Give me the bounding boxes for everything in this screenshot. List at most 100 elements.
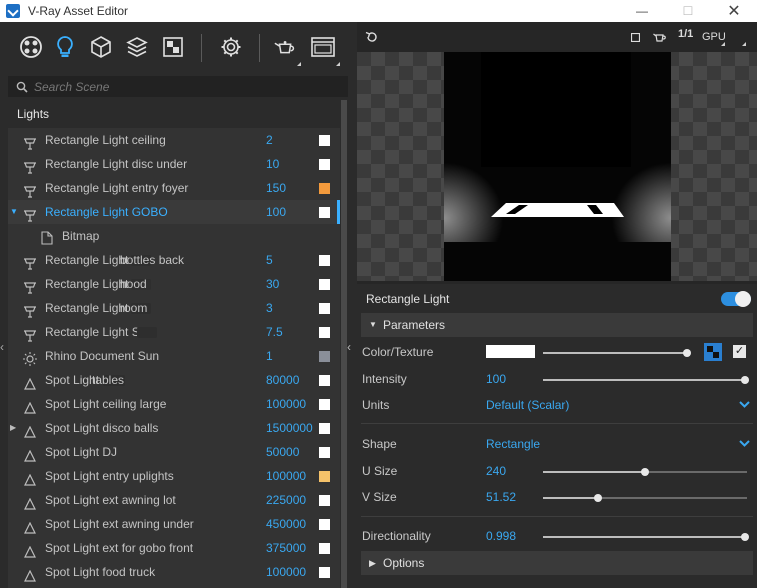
light-color-swatch[interactable] — [319, 471, 330, 482]
light-list-item[interactable]: Spot Light entry uplights 100000 — [8, 464, 340, 488]
light-color-swatch[interactable] — [319, 327, 330, 338]
light-intensity-value[interactable]: 3 — [266, 296, 273, 320]
light-list-item[interactable]: Spot Light ext for gobo front 375000 — [8, 536, 340, 560]
maximize-button[interactable]: ☐ — [665, 0, 711, 22]
properties-title: Rectangle Light — [366, 292, 450, 306]
light-list-item[interactable]: Rectangle Light hood 30 — [8, 272, 340, 296]
light-color-swatch[interactable] — [319, 279, 330, 290]
light-list-item[interactable]: Rectangle Light entry foyer 150 — [8, 176, 340, 200]
light-intensity-value[interactable]: 150 — [266, 176, 286, 200]
light-color-swatch[interactable] — [319, 543, 330, 554]
light-color-swatch[interactable] — [319, 207, 330, 218]
light-color-swatch[interactable] — [319, 519, 330, 530]
light-color-swatch[interactable] — [319, 303, 330, 314]
light-list-item[interactable]: Spot Light ext awning lot 225000 — [8, 488, 340, 512]
v-size-slider[interactable] — [543, 494, 747, 502]
light-intensity-value[interactable]: 1500000 — [266, 416, 313, 440]
close-button[interactable]: ✕ — [711, 0, 757, 22]
light-intensity-value[interactable]: 2 — [266, 128, 273, 152]
options-label: Options — [383, 556, 425, 570]
render-button[interactable] — [273, 34, 299, 60]
chevron-down-icon[interactable] — [739, 440, 750, 448]
texture-slot-icon[interactable] — [704, 343, 722, 361]
units-dropdown[interactable]: Default (Scalar) — [486, 398, 569, 412]
asset-panel: Lights Rectangle Light ceiling2Rectangle… — [0, 22, 357, 588]
light-list-item[interactable]: Rectangle Light disc under 10 — [8, 152, 340, 176]
rectangle-light-icon — [23, 302, 37, 318]
stop-render-icon[interactable] — [631, 33, 640, 42]
intensity-slider[interactable] — [543, 376, 749, 384]
render-ratio-label[interactable]: 1/1 — [678, 28, 693, 40]
light-color-swatch[interactable] — [319, 135, 330, 146]
v-size-value[interactable]: 51.52 — [486, 490, 516, 504]
refresh-preview-icon[interactable] — [365, 31, 379, 43]
light-color-swatch[interactable] — [319, 255, 330, 266]
light-intensity-value[interactable]: 5 — [266, 248, 273, 272]
color-swatch[interactable] — [486, 345, 535, 358]
materials-tab-button[interactable] — [18, 34, 44, 60]
light-list-item[interactable]: Rhino Document Sun 1 — [8, 344, 340, 368]
light-list-item[interactable]: Rectangle Light room 3 — [8, 296, 340, 320]
light-color-swatch[interactable] — [319, 447, 330, 458]
shape-dropdown[interactable]: Rectangle — [486, 437, 540, 451]
light-list-item[interactable]: Spot Light ceiling large 100000 — [8, 392, 340, 416]
light-color-swatch[interactable] — [319, 399, 330, 410]
light-color-swatch[interactable] — [319, 567, 330, 578]
light-intensity-value[interactable]: 100000 — [266, 560, 306, 584]
u-size-slider[interactable] — [543, 468, 747, 476]
light-intensity-value[interactable]: 100000 — [266, 464, 306, 488]
collapsed-arrow-icon[interactable]: ▶ — [10, 416, 20, 440]
texture-enable-checkbox[interactable]: ✓ — [733, 345, 746, 358]
light-intensity-value[interactable]: 1 — [266, 344, 273, 368]
minimize-button[interactable]: — — [619, 0, 665, 22]
units-label: Units — [362, 398, 390, 412]
search-input[interactable] — [34, 79, 334, 94]
light-list-item[interactable]: Spot Light tables 80000 — [8, 368, 340, 392]
light-list-item[interactable]: Spot Light ext awning under 450000 — [8, 512, 340, 536]
directionality-slider[interactable] — [543, 533, 749, 541]
settings-tab-button[interactable] — [218, 34, 244, 60]
light-color-swatch[interactable] — [319, 351, 330, 362]
layers-tab-button[interactable] — [124, 34, 150, 60]
light-list-item[interactable]: Rectangle Light S 7.5 — [8, 320, 340, 344]
intensity-value[interactable]: 100 — [486, 372, 506, 386]
options-section-header[interactable]: ▶ Options — [361, 551, 753, 575]
light-list-item[interactable]: Spot Light food truck 100000 — [8, 560, 340, 584]
materials-icon — [20, 36, 42, 58]
lights-tab-button[interactable] — [52, 34, 78, 60]
directionality-value[interactable]: 0.998 — [486, 529, 516, 543]
light-intensity-value[interactable]: 100 — [266, 200, 286, 224]
light-intensity-value[interactable]: 80000 — [266, 368, 299, 392]
light-intensity-value[interactable]: 30 — [266, 272, 279, 296]
u-size-value[interactable]: 240 — [486, 464, 506, 478]
light-color-swatch[interactable] — [319, 159, 330, 170]
textures-tab-button[interactable] — [160, 34, 186, 60]
light-list-item[interactable]: Rectangle Light ceiling 2 — [8, 128, 340, 152]
light-enable-toggle[interactable] — [721, 291, 751, 307]
color-intensity-slider[interactable] — [543, 349, 691, 357]
light-color-swatch[interactable] — [319, 375, 330, 386]
light-list-item[interactable]: ▼ Rectangle Light GOBO 100 — [8, 200, 340, 224]
light-list-item[interactable]: ▶ Spot Light disco balls 1500000 — [8, 416, 340, 440]
light-color-swatch[interactable] — [319, 183, 330, 194]
light-list-item[interactable]: Spot Light DJ 50000 — [8, 440, 340, 464]
frame-buffer-button[interactable] — [310, 34, 336, 60]
collapse-left-arrow-icon[interactable]: ‹ — [0, 340, 4, 354]
parameters-section-header[interactable]: ▼ Parameters — [361, 313, 753, 337]
teapot-preview-icon[interactable] — [653, 31, 667, 43]
light-intensity-value[interactable]: 100000 — [266, 392, 306, 416]
light-color-swatch[interactable] — [319, 423, 330, 434]
expanded-arrow-icon[interactable]: ▼ — [10, 200, 20, 224]
light-intensity-value[interactable]: 375000 — [266, 536, 306, 560]
light-intensity-value[interactable]: 10 — [266, 152, 279, 176]
light-color-swatch[interactable] — [319, 495, 330, 506]
texture-list-item[interactable]: Bitmap — [8, 224, 340, 248]
geometry-tab-button[interactable] — [88, 34, 114, 60]
light-list-item[interactable]: Rectangle Light bottles back 5 — [8, 248, 340, 272]
light-intensity-value[interactable]: 450000 — [266, 512, 306, 536]
chevron-down-icon[interactable] — [739, 401, 750, 409]
light-intensity-value[interactable]: 7.5 — [266, 320, 283, 344]
collapse-panel-arrow-icon[interactable]: ‹ — [347, 340, 351, 354]
light-intensity-value[interactable]: 225000 — [266, 488, 306, 512]
light-intensity-value[interactable]: 50000 — [266, 440, 299, 464]
